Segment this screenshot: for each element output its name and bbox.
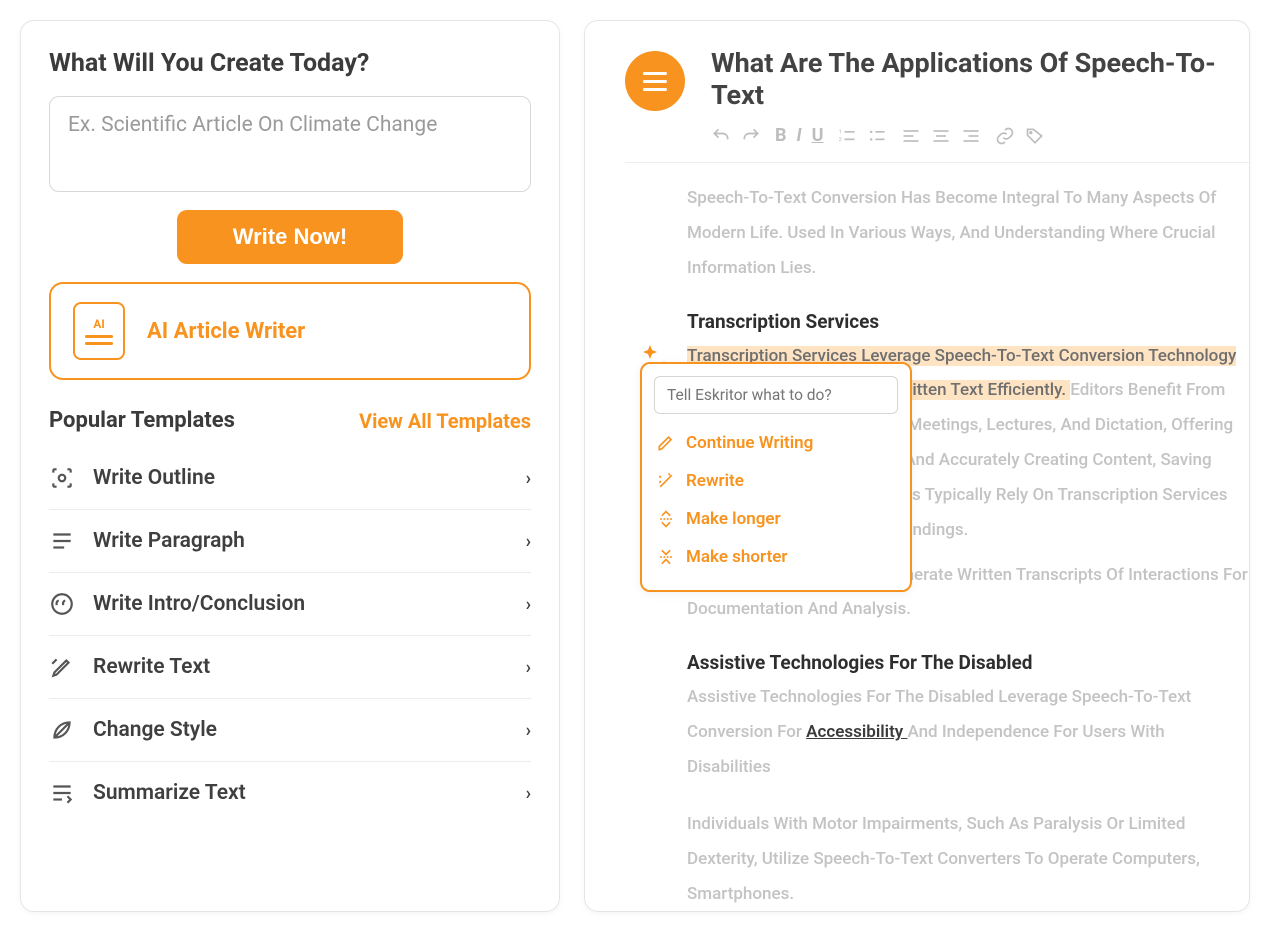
scan-icon xyxy=(49,465,75,491)
template-item-rewrite[interactable]: Rewrite Text › xyxy=(49,636,531,699)
paragraph: Assistive Technologies For The Disabled … xyxy=(687,680,1249,785)
template-item-style[interactable]: Change Style › xyxy=(49,699,531,762)
quote-icon xyxy=(49,591,75,617)
align-left-icon[interactable] xyxy=(901,126,921,146)
ai-action-rewrite[interactable]: Rewrite xyxy=(654,462,898,500)
bold-button[interactable]: B xyxy=(775,125,787,146)
chevron-right-icon: › xyxy=(526,468,531,489)
template-label: Write Outline xyxy=(93,466,215,490)
align-right-icon[interactable] xyxy=(961,126,981,146)
template-item-summarize[interactable]: Summarize Text › xyxy=(49,762,531,824)
pencil-icon xyxy=(656,433,676,453)
template-label: Summarize Text xyxy=(93,781,246,805)
template-list: Write Outline › Write Paragraph › Write … xyxy=(49,447,531,824)
paragraph: Individuals With Motor Impairments, Such… xyxy=(687,807,1249,912)
undo-icon[interactable] xyxy=(711,126,731,146)
document-title: What Are The Applications Of Speech-To-T… xyxy=(711,47,1249,111)
create-panel: What Will You Create Today? Write Now! A… xyxy=(20,20,560,912)
template-label: Rewrite Text xyxy=(93,655,210,679)
template-label: Change Style xyxy=(93,718,217,742)
ai-action-continue[interactable]: Continue Writing xyxy=(654,424,898,462)
expand-icon xyxy=(656,509,676,529)
template-label: Write Paragraph xyxy=(93,529,245,553)
chevron-right-icon: › xyxy=(526,657,531,678)
align-center-icon[interactable] xyxy=(931,126,951,146)
pencil-icon xyxy=(49,654,75,680)
link-icon[interactable] xyxy=(995,126,1015,146)
ai-article-writer-card[interactable]: AI AI Article Writer xyxy=(49,282,531,380)
redo-icon[interactable] xyxy=(741,126,761,146)
template-item-paragraph[interactable]: Write Paragraph › xyxy=(49,510,531,573)
menu-button[interactable] xyxy=(625,51,685,111)
template-item-outline[interactable]: Write Outline › xyxy=(49,447,531,510)
ai-writer-label: AI Article Writer xyxy=(147,319,305,344)
wand-icon xyxy=(656,471,676,491)
ai-command-input[interactable] xyxy=(654,376,898,414)
ordered-list-icon[interactable]: 12 xyxy=(837,126,857,146)
paragraph-icon xyxy=(49,528,75,554)
chevron-right-icon: › xyxy=(526,531,531,552)
collapse-icon xyxy=(656,547,676,567)
underline-button[interactable]: U xyxy=(812,125,824,146)
summarize-icon xyxy=(49,780,75,806)
chevron-right-icon: › xyxy=(526,783,531,804)
intro-paragraph: Speech-To-Text Conversion Has Become Int… xyxy=(687,181,1249,286)
templates-header: Popular Templates View All Templates xyxy=(49,408,531,433)
ai-action-shorter[interactable]: Make shorter xyxy=(654,538,898,576)
ai-action-longer[interactable]: Make longer xyxy=(654,500,898,538)
toolbar-divider xyxy=(625,162,1249,163)
section-heading-transcription: Transcription Services xyxy=(687,310,1249,333)
section-heading-assistive: Assistive Technologies For The Disabled xyxy=(687,651,1249,674)
template-label: Write Intro/Conclusion xyxy=(93,592,305,616)
leaf-icon xyxy=(49,717,75,743)
svg-text:2: 2 xyxy=(839,137,843,143)
templates-title: Popular Templates xyxy=(49,408,235,433)
topic-input[interactable] xyxy=(49,96,531,192)
create-heading: What Will You Create Today? xyxy=(49,49,531,78)
write-now-button[interactable]: Write Now! xyxy=(177,210,403,264)
ai-writer-icon: AI xyxy=(73,302,125,360)
bullet-list-icon[interactable] xyxy=(867,126,887,146)
svg-text:1: 1 xyxy=(839,129,842,135)
accessibility-link[interactable]: Accessibility xyxy=(806,722,907,742)
ai-actions-popup: Continue Writing Rewrite Make longer Mak… xyxy=(640,362,912,592)
template-item-intro[interactable]: Write Intro/Conclusion › xyxy=(49,573,531,636)
formatting-toolbar: B I U 12 xyxy=(711,125,1249,146)
italic-button[interactable]: I xyxy=(797,125,802,146)
view-all-templates-link[interactable]: View All Templates xyxy=(359,409,531,433)
tag-icon[interactable] xyxy=(1025,126,1045,146)
chevron-right-icon: › xyxy=(526,594,531,615)
chevron-right-icon: › xyxy=(526,720,531,741)
